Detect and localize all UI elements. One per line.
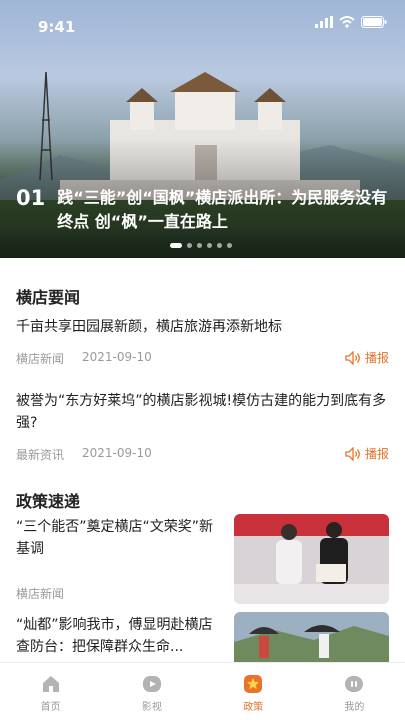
tab-label: 影视 (141, 702, 162, 713)
broadcast-button[interactable]: 播报 (345, 445, 389, 462)
policy-photo (234, 612, 389, 662)
policy-item-title[interactable]: “灿都”影响我市，傅显明赴横店查防台：把保障群众生命... (16, 614, 216, 658)
policy-photo (234, 514, 389, 604)
tab-home[interactable]: 首页 (0, 663, 101, 720)
carousel-dot[interactable] (217, 243, 222, 248)
wifi-icon (339, 16, 355, 28)
news-meta: 横店新闻 2021-09-10 (16, 350, 152, 367)
broadcast-label: 播报 (364, 447, 389, 461)
broadcast-button[interactable]: 播报 (345, 349, 389, 366)
hero-index: 01 (16, 186, 46, 210)
tab-bar: 首页 影视 政策 我的 (0, 662, 405, 720)
news-title[interactable]: 千亩共享田园展新颜，横店旅游再添新地标 (16, 316, 389, 338)
tab-label: 政策 (243, 702, 264, 713)
profile-icon (345, 676, 364, 692)
signal-icon (315, 16, 333, 28)
status-bar: 9:41 (0, 0, 405, 44)
policy-meta: 横店新闻 (16, 585, 64, 602)
policy-thumbnail[interactable] (234, 612, 389, 662)
speaker-icon (345, 446, 360, 461)
carousel-dot[interactable] (207, 243, 212, 248)
policy-source: 横店新闻 (16, 587, 65, 601)
tab-label: 我的 (344, 702, 365, 713)
status-time: 9:41 (38, 18, 76, 36)
video-icon (142, 676, 161, 692)
battery-icon (361, 16, 387, 28)
home-icon (42, 676, 59, 692)
news-date: 2021-09-10 (82, 350, 152, 364)
news-section-title: 横店要闻 (16, 288, 81, 307)
news-source: 最新资讯 (16, 448, 65, 462)
star-icon (244, 675, 263, 693)
hero-title[interactable]: 践“三能”创“国枫”横店派出所：为民服务没有终点 创“枫”一直在路上 (57, 186, 391, 234)
news-item[interactable]: 千亩共享田园展新颜，横店旅游再添新地标 (16, 316, 389, 338)
broadcast-label: 播报 (364, 351, 389, 365)
news-meta: 最新资讯 2021-09-10 (16, 446, 152, 463)
carousel-dot[interactable] (227, 243, 232, 248)
speaker-icon (345, 350, 360, 365)
tab-profile[interactable]: 我的 (304, 663, 405, 720)
status-icons (315, 16, 387, 28)
policy-section-title: 政策速递 (16, 492, 81, 511)
policy-thumbnail[interactable] (234, 514, 389, 604)
carousel-indicator (170, 243, 232, 248)
news-title[interactable]: 被誉为“东方好莱坞”的横店影视城!模仿古建的能力到底有多强? (16, 390, 389, 434)
news-item[interactable]: 被誉为“东方好莱坞”的横店影视城!模仿古建的能力到底有多强? (16, 390, 389, 434)
tab-policy[interactable]: 政策 (203, 663, 304, 720)
news-date: 2021-09-10 (82, 446, 152, 460)
policy-item-title[interactable]: “三个能否”奠定横店“文荣奖”新基调 (16, 516, 216, 560)
carousel-dot[interactable] (170, 243, 182, 248)
carousel-dot[interactable] (197, 243, 202, 248)
hero-caption[interactable]: 01 践“三能”创“国枫”横店派出所：为民服务没有终点 创“枫”一直在路上 (16, 186, 391, 234)
hero-banner[interactable]: 9:41 01 践“三能”创“国枫”横店派出所：为民服务没有终点 创“枫”一直在… (0, 0, 405, 258)
tab-video[interactable]: 影视 (101, 663, 202, 720)
news-source: 横店新闻 (16, 352, 65, 366)
carousel-dot[interactable] (187, 243, 192, 248)
tab-label: 首页 (40, 702, 61, 713)
